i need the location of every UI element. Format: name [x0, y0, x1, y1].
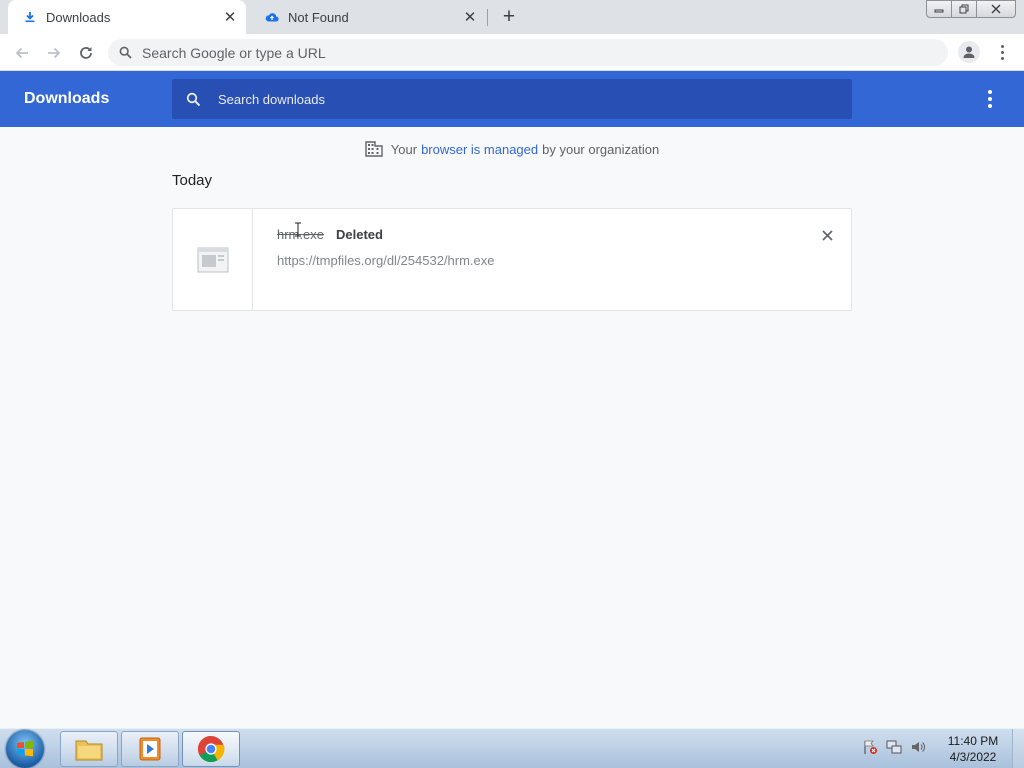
- search-icon: [119, 46, 133, 60]
- download-item: hrm.exe Deleted https://tmpfiles.org/dl/…: [172, 208, 852, 311]
- download-status: Deleted: [336, 227, 383, 242]
- remove-from-list-button[interactable]: [817, 225, 837, 245]
- restore-button[interactable]: [951, 0, 977, 18]
- clock-date: 4/3/2022: [949, 750, 997, 764]
- managed-suffix: by your organization: [542, 141, 660, 157]
- windows-taskbar: 11:40 PM 4/3/2022: [0, 728, 1024, 768]
- text-cursor-icon: [295, 222, 301, 237]
- new-tab-button[interactable]: +: [497, 5, 521, 28]
- file-icon-column: [173, 209, 253, 310]
- tab-close-icon[interactable]: ✕: [460, 7, 480, 27]
- tab-title: Downloads: [46, 9, 111, 25]
- tab-downloads[interactable]: Downloads ✕: [8, 0, 246, 34]
- person-icon: [963, 46, 975, 58]
- system-tray: [862, 739, 926, 755]
- windows-logo-icon: [17, 740, 33, 757]
- network-icon[interactable]: [886, 739, 902, 755]
- managed-link[interactable]: browser is managed: [421, 142, 538, 157]
- back-arrow-icon: [15, 47, 28, 59]
- forward-button[interactable]: [40, 39, 68, 67]
- search-icon: [186, 91, 202, 107]
- file-icon: [197, 247, 228, 272]
- start-button[interactable]: [6, 730, 44, 768]
- downloads-search-input[interactable]: [218, 91, 818, 107]
- download-url[interactable]: https://tmpfiles.org/dl/254532/hrm.exe: [277, 253, 495, 268]
- tab-not-found[interactable]: Not Found ✕: [250, 0, 486, 34]
- tab-close-icon[interactable]: ✕: [220, 7, 240, 27]
- tab-title: Not Found: [288, 9, 349, 25]
- profile-avatar-button[interactable]: [958, 41, 980, 63]
- minimize-button[interactable]: [926, 0, 952, 18]
- taskbar-file-explorer[interactable]: [60, 731, 118, 767]
- managed-prefix: Your: [390, 141, 418, 157]
- downloads-search[interactable]: [172, 79, 852, 119]
- taskbar-clock[interactable]: 11:40 PM 4/3/2022: [942, 733, 1004, 765]
- show-desktop-button[interactable]: [1012, 729, 1024, 768]
- omnibox-input[interactable]: [142, 44, 842, 61]
- downloads-more-actions-button[interactable]: [982, 88, 998, 110]
- volume-icon[interactable]: [910, 739, 926, 755]
- back-button[interactable]: [8, 39, 36, 67]
- close-window-button[interactable]: [976, 0, 1016, 18]
- tab-separator: [487, 9, 488, 26]
- reload-button[interactable]: [72, 39, 100, 67]
- taskbar-media-player[interactable]: [121, 731, 179, 767]
- taskbar-chrome[interactable]: [182, 731, 240, 767]
- clock-time: 11:40 PM: [947, 734, 999, 748]
- building-icon: [365, 140, 383, 158]
- date-heading: Today: [172, 172, 213, 189]
- cloud-icon: [264, 9, 280, 25]
- close-icon: [821, 229, 833, 241]
- media-player-icon: [139, 737, 161, 761]
- download-icon: [22, 9, 38, 25]
- forward-arrow-icon: [48, 47, 61, 59]
- omnibox[interactable]: [108, 39, 948, 66]
- browser-menu-button[interactable]: [994, 41, 1010, 63]
- window-controls: [926, 0, 1016, 18]
- tab-strip: Downloads ✕ Not Found ✕ +: [0, 0, 1024, 34]
- page-title: Downloads: [24, 90, 110, 107]
- reload-icon: [80, 47, 92, 59]
- folder-icon: [75, 740, 103, 761]
- chrome-icon: [197, 735, 225, 763]
- browser-toolbar: [0, 34, 1024, 71]
- action-center-flag-icon[interactable]: [862, 739, 878, 755]
- downloads-header: Downloads: [0, 71, 1024, 127]
- managed-notice: Your browser is managed by your organiza…: [0, 139, 1024, 159]
